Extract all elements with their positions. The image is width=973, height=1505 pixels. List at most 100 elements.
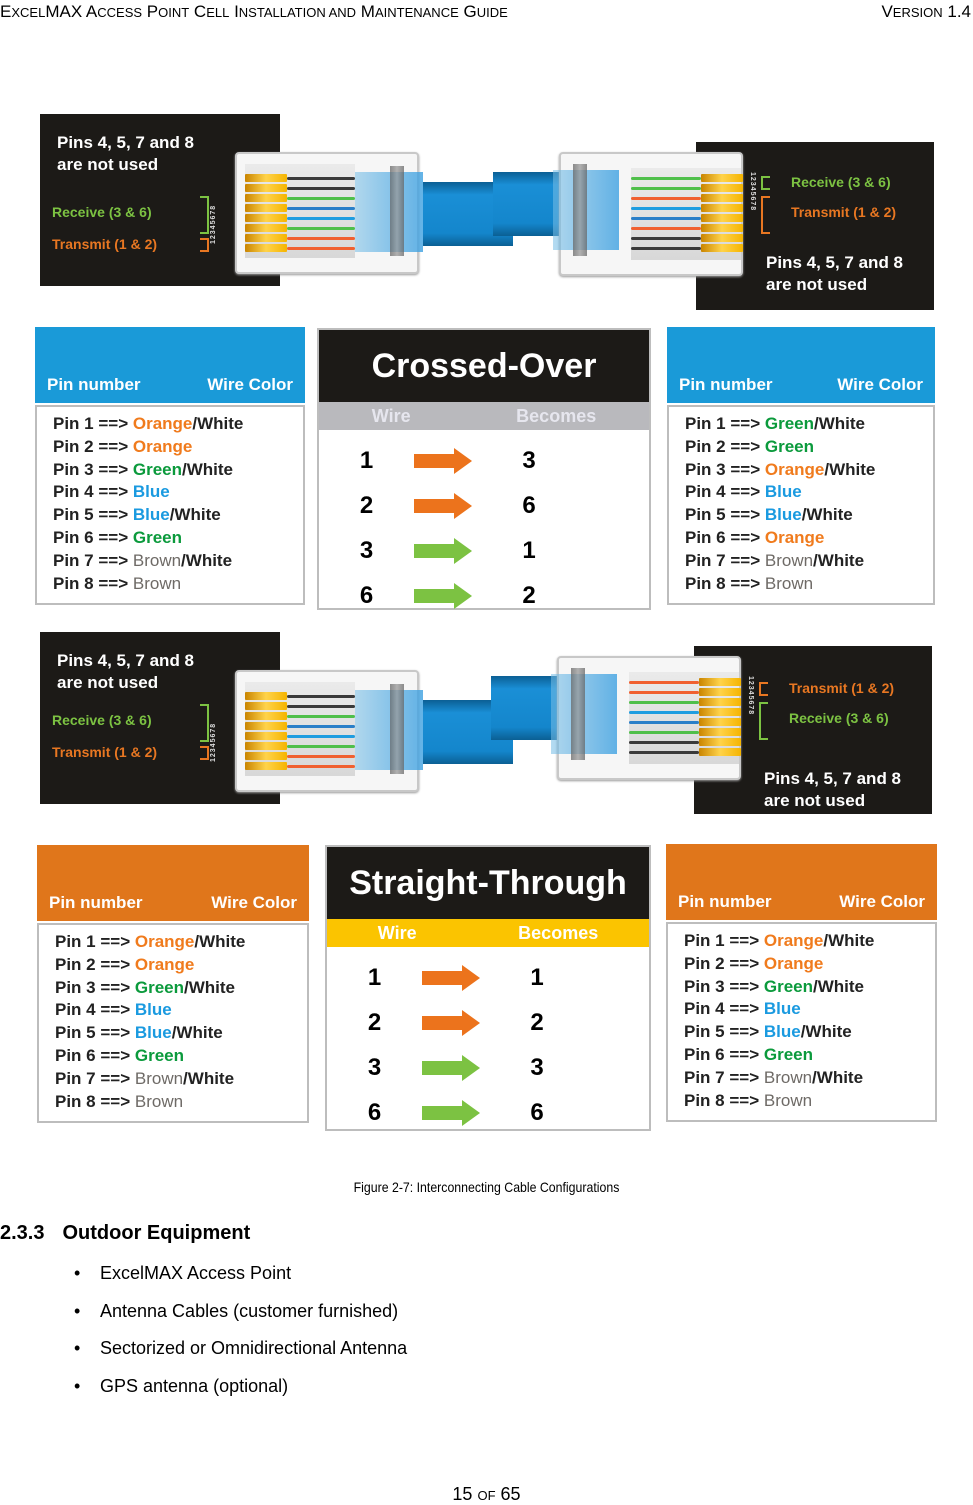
wire-color: Orange	[134, 954, 195, 974]
receive-bracket-icon	[761, 176, 770, 190]
bullet-icon: •	[74, 1338, 81, 1358]
arrow-shaft	[414, 453, 454, 468]
receive-bracket-icon	[759, 702, 768, 740]
equipment-list: • ExcelMAX Access Point • Antenna Cables (…	[74, 1263, 407, 1413]
receive-bracket-icon	[200, 704, 209, 742]
pin-row: Pin 5 ==> Blue/White	[53, 504, 303, 527]
arrow-right-icon	[414, 447, 474, 474]
mapping-row: 62	[319, 573, 649, 618]
gold-contact	[245, 194, 287, 202]
pin-label: Pin 7 ==>	[685, 550, 765, 570]
becomes-number: 1	[530, 963, 544, 991]
bullet-icon: •	[74, 1263, 81, 1283]
pin-label: Pin 4 ==>	[685, 482, 765, 502]
wire-color: Brown	[764, 550, 814, 570]
arrow-shaft	[414, 588, 454, 603]
pin-row: Pin 3 ==> Green/White	[55, 977, 307, 1000]
wire-strand	[287, 247, 355, 250]
wire-color: Green	[764, 436, 814, 456]
wire-color: Orange	[763, 953, 824, 973]
wire-column-header: Wire	[371, 406, 411, 426]
wire-color-suffix: /White	[171, 1023, 223, 1043]
wire-strand	[629, 681, 699, 684]
wire-strand	[287, 765, 355, 768]
arrow-right-icon	[422, 1054, 482, 1081]
pin-row: Pin 2 ==> Orange	[53, 436, 303, 459]
boot-band	[571, 668, 585, 760]
wire-color: Green	[764, 414, 814, 433]
pin-row: Pin 8 ==> Brown	[55, 1091, 307, 1114]
wire-color-suffix: /White	[192, 414, 244, 433]
arrow-head	[462, 1099, 480, 1126]
pin-row: Pin 1 ==> Green/White	[685, 413, 933, 436]
arrow-shaft	[414, 498, 454, 513]
wire-color-column-header: Wire Color	[207, 375, 293, 394]
pin-row: Pin 7 ==> Brown/White	[685, 550, 933, 573]
wire-strand	[287, 745, 355, 748]
unused-pins-note-line: Pins 4, 5, 7 and 8	[766, 253, 904, 272]
pin-label: Pin 4 ==>	[53, 482, 133, 502]
pin-row: Pin 6 ==> Green	[684, 1044, 935, 1067]
wire-color: Orange	[764, 459, 825, 479]
gold-contact	[699, 728, 741, 736]
section-heading: 2.3.3 Outdoor Equipment	[0, 1222, 250, 1245]
pin-label: Pin 6 ==>	[55, 1045, 135, 1065]
wire-color: Blue	[764, 505, 802, 525]
wire-strand	[287, 197, 355, 200]
transmit-label: Transmit (1 & 2)	[789, 680, 895, 696]
arrow-head	[454, 447, 472, 474]
cable-configuration-figure: Pins 4, 5, 7 and 8 are not used Receive (3…	[0, 0, 973, 1160]
mapping-subheader: Wire Becomes	[319, 402, 649, 430]
wire-color-suffix: /White	[184, 977, 235, 997]
unused-pins-note-line: are not used	[57, 673, 159, 692]
boot-band	[390, 684, 404, 774]
becomes-number: 2	[522, 581, 536, 609]
wire-strand	[631, 177, 701, 180]
wire-strand	[287, 177, 355, 180]
gold-contact	[245, 234, 287, 242]
wire-color: Brown	[764, 573, 814, 593]
list-item: • Antenna Cables (customer furnished)	[74, 1301, 407, 1339]
gold-contact	[245, 742, 287, 750]
wire-color-suffix: /White	[814, 414, 865, 433]
mapping-row: 31	[319, 528, 649, 573]
pin-label: Pin 1 ==>	[55, 932, 135, 951]
pin-label: Pin 5 ==>	[53, 505, 133, 525]
arrow-right-icon	[414, 582, 474, 609]
wire-strand	[631, 207, 701, 210]
pin-label: Pin 8 ==>	[684, 1090, 764, 1110]
pin-row: Pin 4 ==> Blue	[684, 998, 935, 1021]
pin-row: Pin 3 ==> Orange/White	[685, 459, 933, 482]
pin-number-column-header: Pin number	[49, 893, 143, 912]
becomes-number: 6	[522, 491, 536, 519]
wire-color: Green	[134, 977, 184, 997]
boot-band	[390, 166, 404, 256]
pin-row: Pin 5 ==> Blue/White	[684, 1021, 935, 1044]
transmit-label: Transmit (1 & 2)	[791, 204, 897, 220]
wire-number: 3	[359, 536, 374, 564]
receive-label: Receive (3 & 6)	[52, 712, 152, 728]
mapping-title: Crossed-Over	[319, 330, 649, 402]
wire-color: Blue	[763, 999, 801, 1019]
arrow-shaft	[422, 1060, 462, 1075]
figure-caption: Figure 2-7: Interconnecting Cable Config…	[353, 1179, 620, 1195]
wire-color: Orange	[763, 931, 824, 950]
arrow-shaft	[414, 543, 454, 558]
gold-contact	[701, 184, 743, 192]
arrow-shaft	[422, 1015, 462, 1030]
wire-strand	[287, 715, 355, 718]
pin-label: Pin 4 ==>	[684, 999, 764, 1019]
wire-color-suffix: /White	[823, 931, 875, 950]
pin-table-header-left: Pin number Wire Color	[35, 327, 305, 403]
list-item: • Sectorized or Omnidirectional Antenna	[74, 1338, 407, 1376]
arrow-head	[454, 582, 472, 609]
wire-strand	[287, 187, 355, 190]
receive-bracket-icon	[200, 196, 209, 234]
becomes-number: 1	[522, 536, 536, 564]
receive-label: Receive (3 & 6)	[52, 204, 152, 220]
transmit-label: Transmit (1 & 2)	[52, 744, 158, 760]
pin-number-column-header: Pin number	[47, 375, 141, 394]
pin-table-header-right: Pin number Wire Color	[667, 327, 935, 403]
wire-color: Blue	[132, 505, 170, 525]
pin-label: Pin 1 ==>	[53, 414, 133, 433]
